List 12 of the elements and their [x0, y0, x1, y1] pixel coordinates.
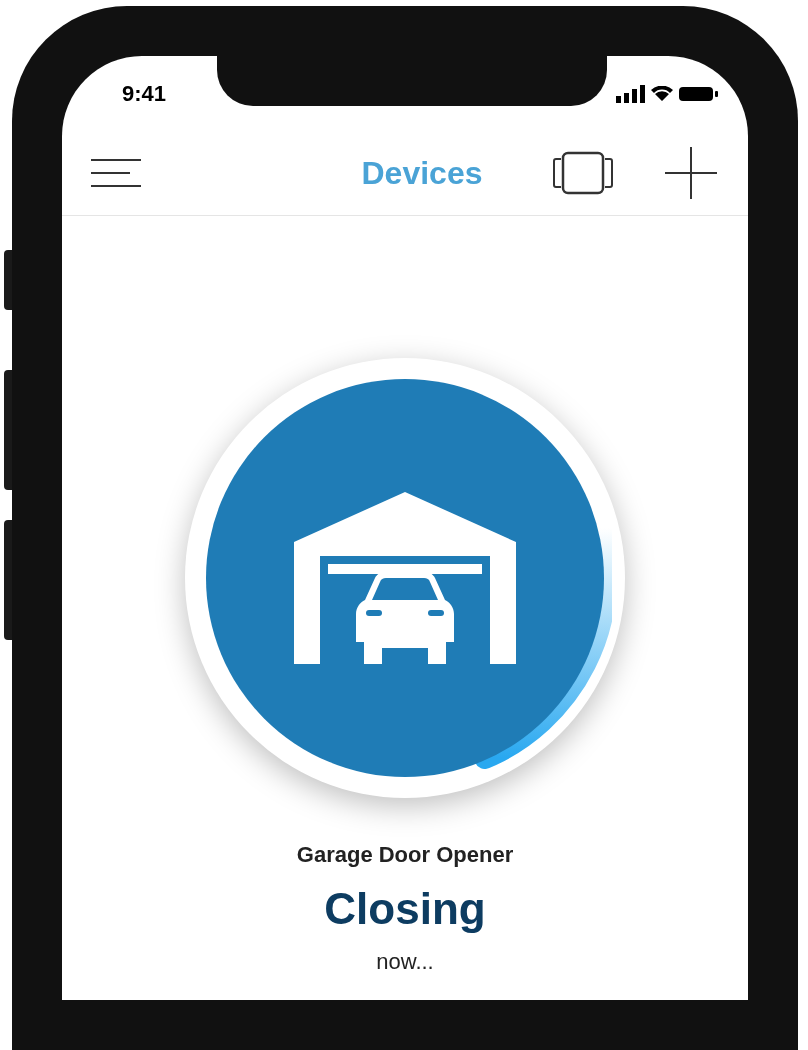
add-icon[interactable] [664, 146, 718, 200]
garage-car-icon [294, 492, 516, 664]
signal-icon [615, 84, 645, 103]
status-detail: now... [376, 948, 434, 976]
wifi-icon [651, 86, 673, 101]
devices-icon[interactable] [552, 151, 614, 195]
device-name: Garage Door Opener [296, 841, 514, 869]
battery-icon [679, 86, 718, 101]
status-time: 9:41 [122, 80, 167, 108]
device-status: Closing [324, 887, 486, 931]
menu-icon[interactable] [90, 158, 142, 188]
screen-title: Devices [361, 154, 483, 193]
